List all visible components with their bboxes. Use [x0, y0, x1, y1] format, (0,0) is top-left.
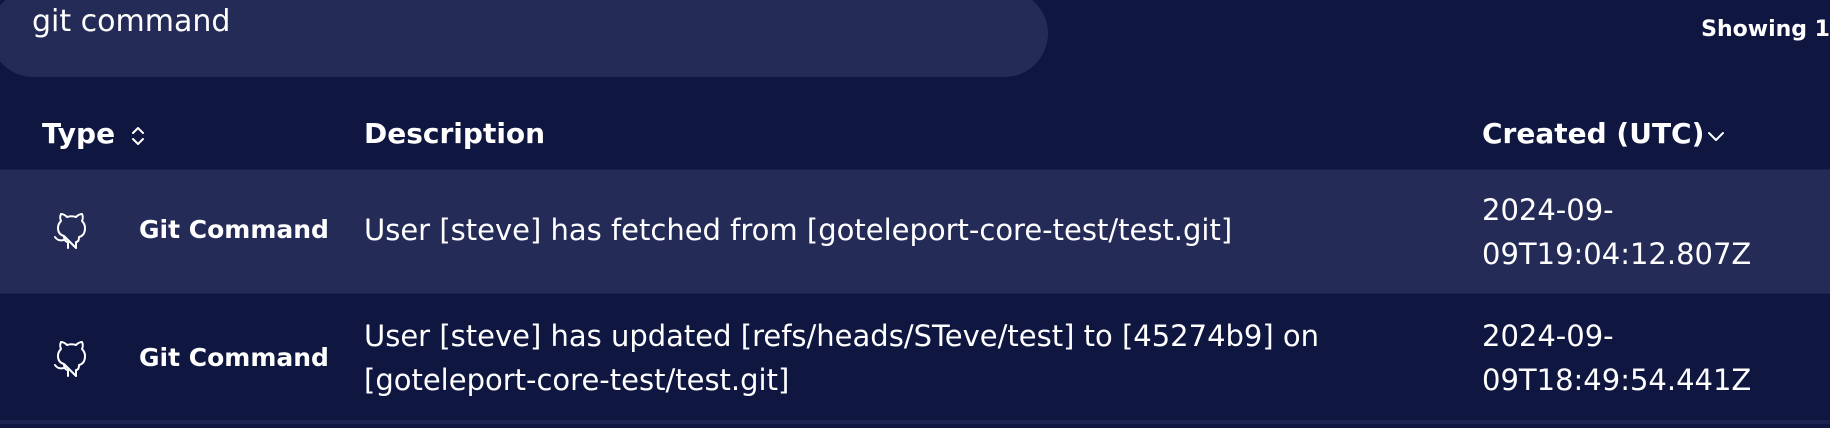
event-type-label: Git Command: [139, 215, 329, 244]
sort-icon[interactable]: [130, 124, 146, 148]
github-icon: [54, 341, 86, 377]
table-row[interactable]: Git Command User [steve] has updated [re…: [0, 293, 1830, 424]
events-table: Type Description Created (UTC) Git Comma…: [0, 108, 1830, 424]
event-description: User [steve] has updated [refs/heads/STe…: [364, 319, 1320, 397]
search-input[interactable]: git command: [32, 2, 230, 42]
chevron-down-icon[interactable]: [1705, 126, 1727, 146]
event-created-timestamp: 2024-09-09T18:49:54.441Z: [1482, 319, 1752, 397]
table-header: Type Description Created (UTC): [0, 108, 1830, 169]
search-bar[interactable]: git command: [0, 0, 1048, 77]
column-header-type[interactable]: Type: [42, 114, 115, 154]
event-created-timestamp: 2024-09-09T19:04:12.807Z: [1482, 193, 1752, 271]
event-type-label: Git Command: [139, 343, 329, 372]
column-header-created[interactable]: Created (UTC): [1482, 114, 1704, 154]
results-count: Showing 1: [1701, 17, 1830, 42]
column-header-description: Description: [364, 117, 546, 150]
audit-log-page: git command Showing 1 Type Description C…: [0, 0, 1830, 428]
event-description: User [steve] has fetched from [gotelepor…: [364, 213, 1233, 247]
github-icon: [54, 213, 86, 249]
table-row[interactable]: Git Command User [steve] has fetched fro…: [0, 169, 1830, 293]
